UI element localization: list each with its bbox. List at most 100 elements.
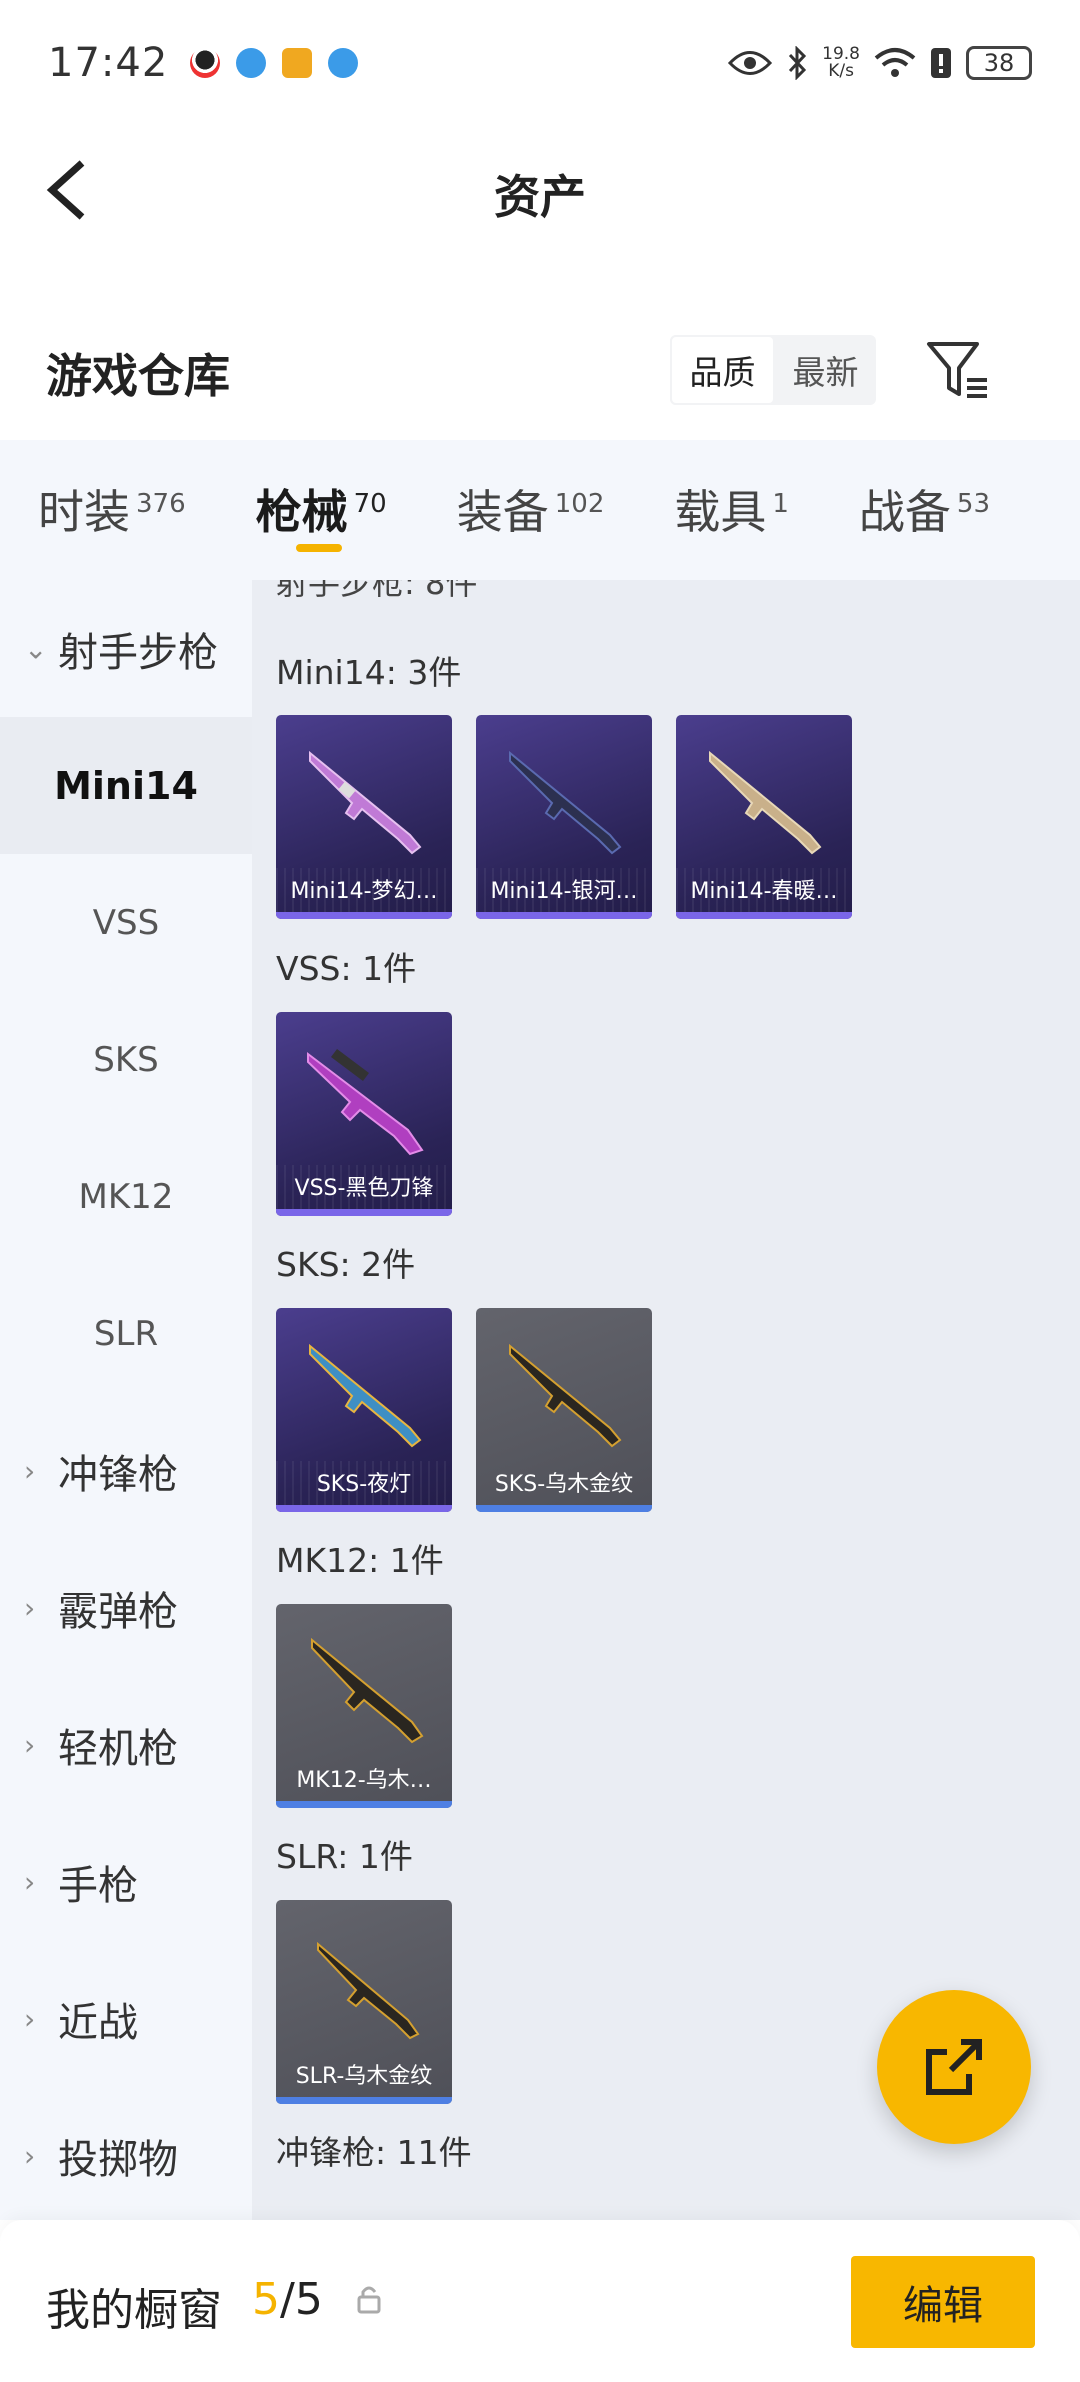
status-bar: 17:42 19.8 K/s 38	[0, 0, 1080, 125]
edit-button[interactable]: 编辑	[851, 2256, 1035, 2348]
item-name: Mini14-春暖…	[690, 879, 838, 904]
tab-equipment[interactable]: 装备 102	[457, 440, 605, 542]
rifle-icon	[311, 1637, 424, 1744]
item-card[interactable]: SKS-乌木金纹	[476, 1308, 652, 1512]
item-name: MK12-乌木…	[296, 1768, 432, 1793]
filter-icon[interactable]	[925, 340, 991, 400]
showcase-current: 5	[252, 2274, 280, 2325]
item-name: SKS-夜灯	[316, 1472, 412, 1497]
header: 资产	[0, 125, 1080, 250]
item-card[interactable]: MK12-乌木…	[276, 1604, 452, 1808]
tab-count: 1	[772, 488, 789, 519]
item-name: SLR-乌木金纹	[295, 2064, 433, 2089]
showcase-count: 5/5	[252, 2274, 323, 2325]
share-button[interactable]	[877, 1990, 1031, 2144]
tab-label: 载具	[674, 485, 767, 539]
sidebar-item-slr[interactable]: SLR	[0, 1265, 252, 1402]
sidebar-item-label: SLR	[93, 1313, 159, 1354]
alert-icon	[931, 47, 951, 78]
chevron-right-icon: ›	[24, 1865, 36, 1898]
sidebar-item-label: MK12	[78, 1176, 174, 1217]
tab-label: 时装	[38, 485, 130, 539]
rifle-icon	[307, 1048, 424, 1156]
rifle-icon	[309, 1343, 422, 1448]
category-tabs: 时装 376 枪械 70 装备 102 载具 1 战备 53	[0, 440, 1080, 580]
chevron-right-icon: ›	[24, 1591, 36, 1624]
group-title: 冲锋枪: 11件	[276, 2133, 472, 2172]
sidebar-item-label: 冲锋枪	[58, 1451, 178, 1498]
sort-quality-option[interactable]: 品质	[670, 335, 775, 405]
sidebar-item-mini14[interactable]: Mini14	[0, 717, 252, 854]
group-title: SKS: 2件	[276, 1245, 416, 1284]
sidebar-item-sks[interactable]: SKS	[0, 991, 252, 1128]
browser-icon	[328, 47, 359, 78]
item-card[interactable]: VSS-黑色刀锋	[276, 1012, 452, 1216]
lock-icon	[357, 2286, 381, 2314]
sidebar-item-label: 手枪	[58, 1862, 138, 1909]
item-card[interactable]: Mini14-梦幻…	[276, 715, 452, 919]
sidebar-item-melee[interactable]: › 近战	[0, 1950, 252, 2087]
chevron-down-icon: ⌄	[24, 632, 48, 665]
sidebar-item-vss[interactable]: VSS	[0, 854, 252, 991]
rarity-bar	[276, 912, 452, 919]
sidebar-item-label: 近战	[58, 1999, 138, 2046]
sidebar-item-label: Mini14	[54, 763, 198, 808]
showcase-total: 5	[294, 2274, 323, 2325]
rifle-icon	[509, 750, 622, 855]
chevron-right-icon: ›	[24, 2002, 36, 2035]
sidebar-item-throwables[interactable]: › 投掷物	[0, 2087, 252, 2220]
item-name: VSS-黑色刀锋	[294, 1176, 434, 1201]
rarity-bar	[476, 1505, 652, 1512]
item-card[interactable]: SKS-夜灯	[276, 1308, 452, 1512]
item-grid[interactable]: 射手步枪: 8件 Mini14: 3件 Mini14-梦幻… Mini14-银河…	[252, 580, 1080, 2220]
sidebar-item-label: 射手步枪	[58, 629, 218, 676]
page-title: 资产	[494, 170, 586, 224]
rifle-icon	[309, 750, 422, 855]
status-right: 19.8 K/s 38	[728, 45, 1032, 80]
sort-newest-option[interactable]: 最新	[775, 335, 876, 405]
group-title: SLR: 1件	[276, 1837, 413, 1876]
notification-icons	[190, 47, 359, 78]
item-card[interactable]: Mini14-春暖…	[676, 715, 852, 919]
item-card[interactable]: SLR-乌木金纹	[276, 1900, 452, 2104]
group-heading-clipped: 射手步枪: 8件	[276, 580, 478, 602]
active-tab-underline	[295, 544, 342, 552]
group-title: VSS: 1件	[276, 949, 417, 988]
tab-count: 102	[554, 488, 605, 519]
tab-label: 装备	[456, 485, 549, 539]
sort-toggle: 品质 最新	[670, 335, 876, 405]
sidebar-item-pistol[interactable]: › 手枪	[0, 1813, 252, 1950]
tab-fashion[interactable]: 时装 376	[38, 440, 186, 542]
warehouse-row: 游戏仓库 品质 最新	[0, 310, 1080, 435]
warehouse-title: 游戏仓库	[46, 349, 230, 403]
showcase-separator: /	[280, 2274, 295, 2325]
tab-label: 枪械	[255, 485, 348, 539]
rarity-bar	[276, 1801, 452, 1808]
sidebar-item-shotgun[interactable]: › 霰弹枪	[0, 1539, 252, 1676]
sidebar-item-label: 霰弹枪	[58, 1588, 178, 1635]
sidebar-item-marksman-rifle[interactable]: ⌄ 射手步枪	[0, 580, 252, 717]
item-name: SKS-乌木金纹	[494, 1472, 634, 1497]
share-icon	[926, 2039, 982, 2095]
battery-indicator: 38	[966, 45, 1032, 80]
sidebar-item-smg[interactable]: › 冲锋枪	[0, 1402, 252, 1539]
sidebar-item-label: VSS	[92, 902, 160, 943]
rarity-bar	[276, 2097, 452, 2104]
tab-vehicles[interactable]: 载具 1	[674, 440, 789, 542]
tab-count: 376	[136, 488, 186, 519]
tab-supplies[interactable]: 战备 53	[859, 440, 990, 542]
sidebar-item-mk12[interactable]: MK12	[0, 1128, 252, 1265]
tab-guns[interactable]: 枪械 70	[255, 440, 387, 552]
item-name: Mini14-梦幻…	[290, 879, 438, 904]
sidebar-item-lmg[interactable]: › 轻机枪	[0, 1676, 252, 1813]
rifle-icon	[317, 1941, 420, 2040]
group-title: Mini14: 3件	[276, 653, 462, 692]
eye-icon	[728, 50, 773, 75]
rifle-icon	[709, 750, 822, 855]
item-card[interactable]: Mini14-银河…	[476, 715, 652, 919]
rarity-bar	[476, 912, 652, 919]
chevron-right-icon: ›	[24, 1728, 36, 1761]
tab-count: 70	[353, 488, 387, 519]
rarity-bar	[276, 1209, 452, 1216]
item-name: Mini14-银河…	[490, 879, 638, 904]
